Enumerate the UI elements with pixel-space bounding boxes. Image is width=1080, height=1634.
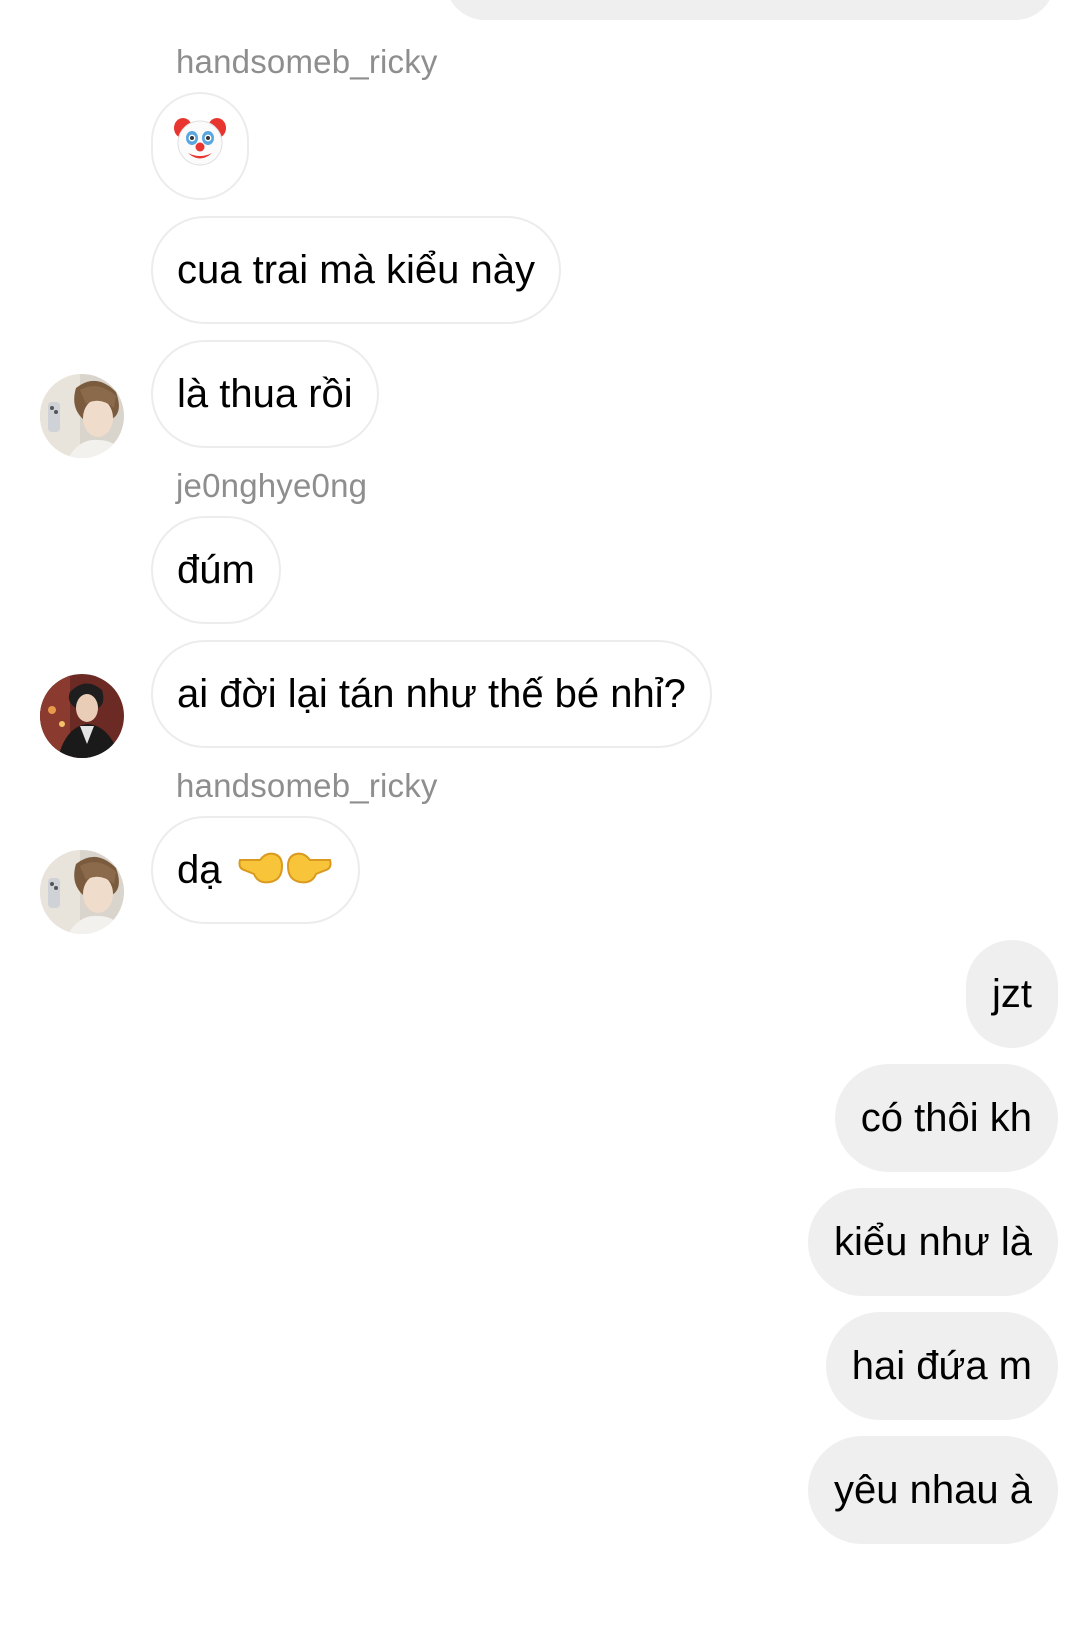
- message-text: đúm: [177, 547, 255, 592]
- message-thread: handsomeb_ricky cua trai mà kiểu này là …: [0, 0, 1080, 1634]
- sender-name[interactable]: je0nghye0ng: [176, 467, 367, 505]
- message-text: kiểu như là: [833, 1219, 1032, 1264]
- pointing-hands-icon: [236, 840, 334, 900]
- avatar[interactable]: [40, 850, 124, 934]
- message-bubble[interactable]: kiểu như là: [807, 1188, 1058, 1296]
- message-text: jzt: [992, 971, 1032, 1016]
- message-bubble[interactable]: ai đời lại tán như thế bé nhỉ?: [151, 640, 712, 748]
- message-text: có thôi kh: [860, 1095, 1032, 1140]
- avatar[interactable]: [40, 674, 124, 758]
- profile-photo-icon: [40, 850, 124, 934]
- message-bubble[interactable]: [151, 92, 249, 200]
- clown-face-icon: [173, 114, 227, 178]
- message-text: cua trai mà kiểu này: [177, 247, 535, 292]
- message-text: ai đời lại tán như thế bé nhỉ?: [177, 671, 686, 716]
- message-bubble[interactable]: cua trai mà kiểu này: [151, 216, 561, 324]
- message-bubble[interactable]: yêu nhau à: [808, 1436, 1058, 1544]
- message-bubble[interactable]: có thôi kh: [834, 1064, 1058, 1172]
- message-text: là thua rồi: [177, 371, 353, 416]
- avatar[interactable]: [40, 374, 124, 458]
- message-bubble[interactable]: hai đứa m: [825, 1312, 1058, 1420]
- message-text: hai đứa m: [851, 1343, 1032, 1388]
- message-bubble[interactable]: jzt: [966, 940, 1058, 1048]
- sender-name[interactable]: handsomeb_ricky: [176, 767, 438, 805]
- message-bubble[interactable]: đúm: [151, 516, 281, 624]
- previous-message-bubble[interactable]: [445, 0, 1055, 20]
- sender-name[interactable]: handsomeb_ricky: [176, 43, 438, 81]
- profile-photo-icon: [40, 374, 124, 458]
- message-bubble[interactable]: dạ: [151, 816, 360, 924]
- message-text: yêu nhau à: [834, 1467, 1032, 1512]
- message-bubble[interactable]: là thua rồi: [151, 340, 379, 448]
- profile-photo-icon: [40, 674, 124, 758]
- message-text: dạ: [177, 847, 222, 892]
